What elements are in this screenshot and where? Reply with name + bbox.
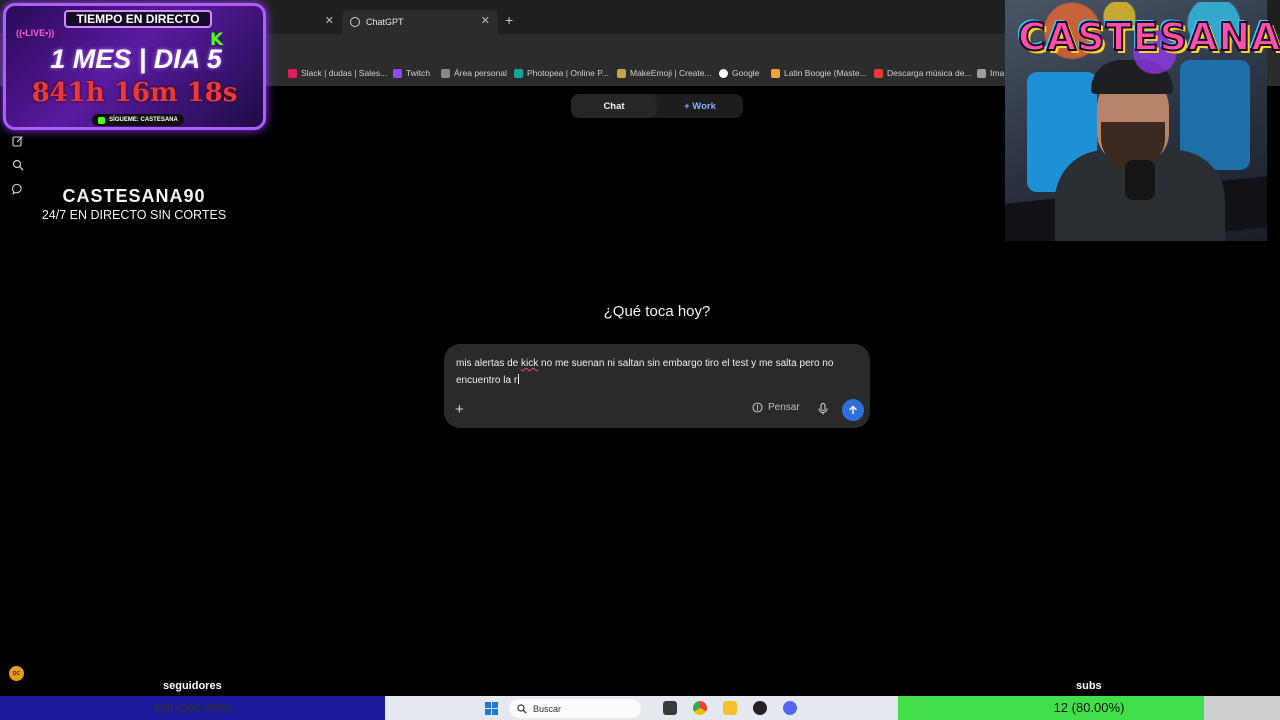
subs-goal-value: 12 (80.00%) <box>1053 700 1125 715</box>
bookmark-label: Slack | dudas | Sales... <box>301 68 388 78</box>
image-icon <box>977 68 986 78</box>
think-label: Pensar <box>768 402 800 413</box>
mode-toggle: Chat + Work <box>571 94 743 118</box>
channel-banner: CASTESANA90 24/7 EN DIRECTO SIN CORTES <box>0 186 268 222</box>
bookmark-label: Google <box>732 68 760 78</box>
bookmark-item[interactable]: Descarga música de... <box>874 68 972 78</box>
bookmark-item[interactable]: Photopea | Online P... <box>514 68 609 78</box>
makeemoji-icon <box>617 68 626 78</box>
stream-timer-widget: TIEMPO EN DIRECTO ((•LIVE•)) K 1 MES | D… <box>3 3 266 130</box>
follow-text: SÍGUEME: CASTESANA <box>109 117 178 123</box>
channel-logo: CASTESANA <box>1017 14 1280 60</box>
misspelled-word: kick <box>521 358 539 369</box>
bookmark-item[interactable]: Latin Boogie (Maste... <box>771 68 867 78</box>
timer-header: TIEMPO EN DIRECTO <box>64 10 212 28</box>
day-count: 1 MES | DIA 5 <box>50 44 222 74</box>
page-headline: ¿Qué toca hoy? <box>603 303 711 320</box>
channel-name: CASTESANA90 <box>62 186 206 206</box>
lightbulb-icon <box>752 402 763 413</box>
google-icon <box>719 68 728 78</box>
kick-small-icon <box>98 116 106 124</box>
bookmark-label: MakeEmoji | Create... <box>630 68 712 78</box>
bookmark-label: Photopea | Online P... <box>527 68 609 78</box>
new-chat-icon[interactable] <box>11 134 24 147</box>
prompt-text-start: mis alertas de <box>456 358 522 369</box>
arrow-up-icon <box>849 405 857 414</box>
link-icon <box>441 68 450 78</box>
close-tab-icon[interactable]: ✕ <box>481 14 490 27</box>
followers-goal-value: 130 (108.33%) <box>153 701 232 715</box>
followers-goal-label: seguidores <box>163 680 222 692</box>
add-attachment-icon[interactable]: + <box>455 401 464 418</box>
bookmark-label: Ima <box>990 68 1005 78</box>
bookmark-label: Descarga música de... <box>887 68 972 78</box>
browser-tab-active[interactable]: ChatGPT ✕ <box>342 10 498 34</box>
new-tab-icon[interactable]: + <box>505 12 513 28</box>
chrome-icon[interactable] <box>693 701 707 715</box>
tab-title: ChatGPT <box>366 17 404 27</box>
bookmark-label: Twitch <box>406 68 431 78</box>
slack-icon <box>288 68 297 78</box>
download-icon <box>874 68 883 78</box>
text-caret <box>518 374 520 384</box>
search-icon[interactable] <box>11 158 24 171</box>
task-view-icon[interactable] <box>663 701 677 715</box>
live-badge: ((•LIVE•)) <box>16 28 55 38</box>
bookmark-item[interactable]: Slack | dudas | Sales... <box>288 68 387 78</box>
send-button[interactable] <box>842 399 864 421</box>
work-mode-button[interactable]: + Work <box>657 94 743 118</box>
profile-badge-text: DC <box>12 670 21 677</box>
profile-badge[interactable]: DC <box>9 666 24 681</box>
bookmark-label: Latin Boogie (Maste... <box>784 68 867 78</box>
prompt-input[interactable]: mis alertas de kick no me suenan ni salt… <box>456 355 860 389</box>
microphone-icon[interactable] <box>818 402 828 420</box>
photopea-icon <box>514 68 523 78</box>
subs-goal-label: subs <box>1076 680 1102 692</box>
bookmark-item[interactable]: MakeEmoji | Create... <box>617 68 712 78</box>
chatgpt-favicon-icon <box>350 17 360 27</box>
bookmark-item[interactable]: Twitch <box>393 68 430 78</box>
file-explorer-icon[interactable] <box>723 701 737 715</box>
taskbar-search-placeholder: Buscar <box>533 703 562 714</box>
discord-icon[interactable] <box>783 701 797 715</box>
chat-mode-button[interactable]: Chat <box>571 94 657 118</box>
prompt-composer[interactable]: mis alertas de kick no me suenan ni salt… <box>444 344 870 428</box>
countdown: 841h 16m 18s <box>31 78 238 108</box>
follow-banner: SÍGUEME: CASTESANA <box>92 114 184 126</box>
think-button[interactable]: Pensar <box>752 402 800 413</box>
taskbar-search[interactable]: Buscar <box>509 699 641 718</box>
followers-goal-bar: 130 (108.33%) <box>0 696 385 720</box>
music-icon <box>771 68 780 78</box>
bookmark-item[interactable]: Ima <box>977 68 1004 78</box>
bookmark-label: Área personal <box>454 68 507 78</box>
search-icon <box>517 703 527 713</box>
bookmark-item[interactable]: Google <box>719 68 759 78</box>
bookmark-item[interactable]: Área personal <box>441 68 507 78</box>
windows-start-icon[interactable] <box>485 702 498 715</box>
twitch-icon <box>393 68 402 78</box>
channel-tagline: 24/7 EN DIRECTO SIN CORTES <box>41 208 227 222</box>
microphone <box>1125 160 1155 200</box>
windows-taskbar: Buscar <box>385 696 898 720</box>
close-tab-icon[interactable]: ✕ <box>325 14 334 27</box>
obs-icon[interactable] <box>753 701 767 715</box>
